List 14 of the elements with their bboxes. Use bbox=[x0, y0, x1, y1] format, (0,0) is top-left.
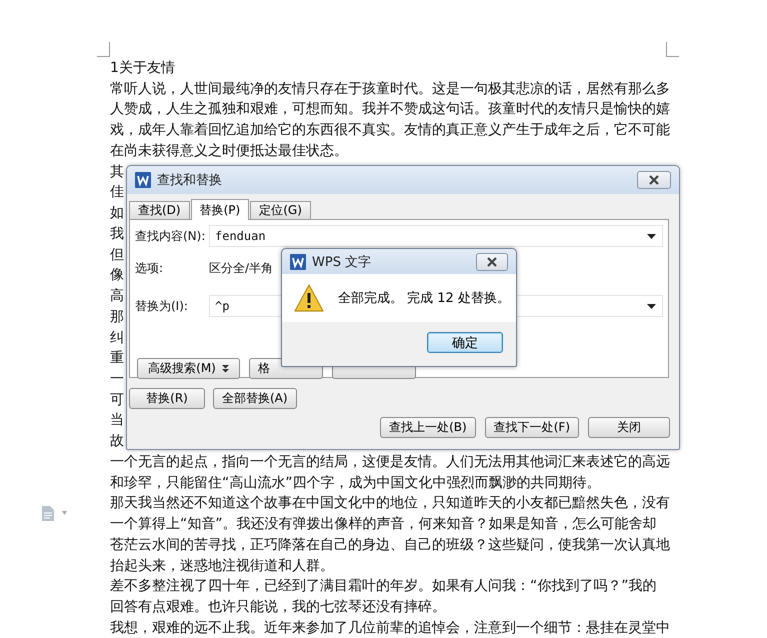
paragraph: 一个无言的起点，指向一个无言的结局，这便是友情。人们无法用其他词汇来表述它的高远 和珍罕，只能留住“高山流水”四个字，成为中国文化中强烈而飘渺的共同期待。 bbox=[110, 452, 670, 493]
paragraph: 差不多整注视了四十年，已经到了满目霜叶的年岁。如果有人问我：“你找到了吗？”我的 回答有点艰难。也许只能说，我的七弦琴还没有摔碎。 bbox=[110, 577, 658, 618]
dialog-title: WPS 文字 bbox=[312, 254, 372, 270]
message-text: 全部完成。 完成 12 处替换。 bbox=[338, 290, 510, 307]
paragraph: 常听人说，人世间最纯净的友情只存在于孩童时代。这是一句极其悲凉的话，居然有那么多 人赞成，人生之孤独和艰难，可想而知。我并不赞成这句话。孩童时代的友情只是愉快的嬉 戏，成年人靠着回忆追加给它的东西很不真实。友情的真正意义产生于成年之后，它不可能 在尚未获得意义之时便抵达最佳状态。 bbox=[110, 80, 670, 161]
dialog-title: 查找和替换 bbox=[157, 172, 223, 189]
paragraph: 我想，艰难的远不止我。近年来参加了几位前辈的追悼会，注意到一个细节：悬挂在灵堂中 bbox=[110, 618, 670, 638]
heading: 1关于友情 bbox=[110, 59, 176, 78]
field-label: 选项: bbox=[135, 260, 164, 276]
covered-text: 其 佳 如 我 但 像 高 那 纠 重 一 可 当 故 bbox=[110, 162, 124, 452]
field-label: 查找内容(N): bbox=[135, 228, 206, 244]
options-value: 区分全/半角 bbox=[209, 260, 274, 276]
paragraph: 那天我当然还不知道这个故事在中国文化中的地位，只知道昨天的小友都已黯然失色，没有 一个算得上“知音”。我还没有弹拨出像样的声音，何来知音？如果是知音，怎么可能舍却 苍茫云水间的苦寻找，正巧降落在自己的身边、自己的班级？这些疑问，使我第一次认真地 抬起头来，迷惑地注视街道和人群。 bbox=[110, 494, 670, 576]
field-label: 替换为(I): bbox=[135, 298, 189, 314]
